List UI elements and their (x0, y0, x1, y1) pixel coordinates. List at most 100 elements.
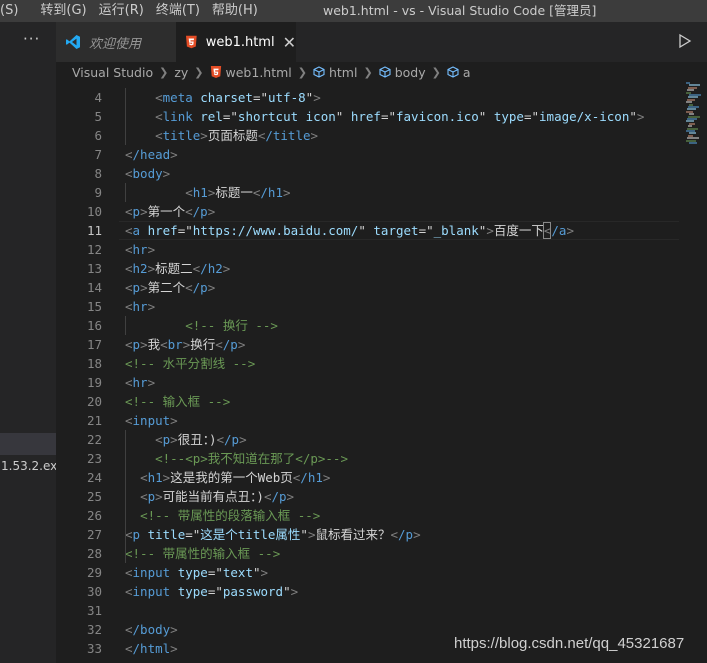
code-line[interactable]: <!-- 换行 --> (125, 316, 278, 335)
code-line[interactable]: <h1>这是我的第一个Web页</h1> (125, 468, 330, 487)
breadcrumb: Visual Studio ❯ zy ❯ web1.html ❯ html ❯ … (56, 62, 707, 82)
line-number: 24 (86, 470, 102, 485)
line-number: 32 (86, 622, 102, 637)
chevron-right-icon: ❯ (159, 65, 169, 79)
line-number: 16 (86, 318, 102, 333)
html5-icon (210, 66, 221, 78)
chevron-right-icon: ❯ (363, 65, 373, 79)
line-number: 13 (86, 261, 102, 276)
breadcrumb-item-zy[interactable]: zy (174, 65, 188, 80)
code-editor[interactable]: 4 5 6 7 8 9 10 11 12 13 14 15 16 17 18 19 20 21 22 23 24 25 26… (56, 82, 707, 663)
line-number: 20 (86, 394, 102, 409)
code-line[interactable]: <body> (125, 164, 170, 183)
code-line[interactable]: <link rel="shortcut icon" href="favicon.… (125, 107, 644, 126)
line-number: 4 (94, 90, 102, 105)
code-line[interactable]: <!-- 水平分割线 --> (125, 354, 255, 373)
tab-label: 欢迎使用 (89, 36, 142, 52)
breadcrumb-item-html[interactable]: html (329, 65, 357, 80)
code-line[interactable]: <meta charset="utf-8"> (125, 88, 321, 107)
code-area[interactable]: <meta charset="utf-8"> <link rel="shortc… (125, 82, 685, 663)
code-line[interactable]: </body> (125, 620, 178, 639)
code-line[interactable]: <p>第一个</p> (125, 202, 215, 221)
code-line[interactable]: <input type="password"> (125, 582, 298, 601)
line-number: 10 (86, 204, 102, 219)
code-line[interactable]: <!-- 带属性的段落输入框 --> (125, 506, 320, 525)
tab-label: web1.html (205, 34, 275, 50)
indent-guide (125, 183, 126, 202)
line-number: 11 (86, 223, 102, 238)
line-number-gutter: 4 5 6 7 8 9 10 11 12 13 14 15 16 17 18 19 20 21 22 23 24 25 26… (56, 82, 102, 663)
line-number: 7 (94, 147, 102, 162)
line-number: 18 (86, 356, 102, 371)
menu-item-terminal[interactable]: 终端(T) (150, 0, 206, 22)
chevron-right-icon: ❯ (431, 65, 441, 79)
code-line[interactable]: <!-- 输入框 --> (125, 392, 230, 411)
line-number: 26 (86, 508, 102, 523)
line-number: 21 (86, 413, 102, 428)
line-number: 30 (86, 584, 102, 599)
window-title: web1.html - vs - Visual Studio Code [管理员… (323, 3, 597, 18)
explorer-selected-row[interactable] (0, 433, 56, 455)
menu-item-selection[interactable]: (S) (0, 0, 24, 22)
code-line[interactable]: </html> (125, 639, 178, 658)
line-number: 15 (86, 299, 102, 314)
code-line[interactable]: <p>很丑：)</p> (125, 430, 247, 449)
tab-web1-html[interactable]: web1.html ✕ (176, 22, 296, 62)
line-number: 25 (86, 489, 102, 504)
code-line[interactable]: <h2>标题二</h2> (125, 259, 230, 278)
breadcrumb-item-folder[interactable]: Visual Studio (72, 65, 153, 80)
symbol-element-icon (379, 66, 391, 78)
explorer-sidebar: ··· 1.53.2.exe (0, 22, 64, 663)
breadcrumb-item-body[interactable]: body (395, 65, 426, 80)
tab-welcome[interactable]: 欢迎使用 (56, 22, 176, 62)
code-line[interactable]: <p title="这是个title属性">鼠标看过来？</p> (125, 525, 421, 544)
menu-item-help[interactable]: 帮助(H) (206, 0, 264, 22)
close-icon[interactable]: ✕ (283, 33, 296, 52)
code-line[interactable]: <!-- 带属性的输入框 --> (125, 544, 280, 563)
code-line[interactable]: <a href="https://www.baidu.com/" target=… (125, 221, 574, 240)
line-number: 27 (86, 527, 102, 542)
symbol-element-icon (447, 66, 459, 78)
indent-guide (125, 88, 126, 145)
chevron-right-icon: ❯ (194, 65, 204, 79)
line-number: 6 (94, 128, 102, 143)
chevron-right-icon: ❯ (297, 65, 307, 79)
tab-bar: 欢迎使用 web1.html ✕ (56, 22, 707, 62)
vscode-icon (66, 35, 80, 49)
line-number: 28 (86, 546, 102, 561)
code-line[interactable]: <p>我<br>换行</p> (125, 335, 245, 354)
line-number: 23 (86, 451, 102, 466)
code-line[interactable]: </head> (125, 145, 178, 164)
line-number: 9 (94, 185, 102, 200)
code-line[interactable]: <hr> (125, 373, 155, 392)
code-line[interactable]: <input type="text"> (125, 563, 268, 582)
code-line[interactable]: <!--<p>我不知道在那了</p>--> (125, 449, 348, 468)
line-number: 31 (86, 603, 102, 618)
indent-guide (125, 316, 126, 335)
line-number: 5 (94, 109, 102, 124)
code-line[interactable]: <hr> (125, 240, 155, 259)
code-line[interactable]: <input> (125, 411, 178, 430)
breadcrumb-item-a[interactable]: a (463, 65, 471, 80)
code-line[interactable]: <hr> (125, 297, 155, 316)
explorer-file-item[interactable]: 1.53.2.exe (1, 459, 64, 473)
code-line[interactable]: <title>页面标题</title> (125, 126, 318, 145)
line-number: 29 (86, 565, 102, 580)
watermark: https://blog.csdn.net/qq_45321687 (454, 635, 685, 652)
menu-bar: (S) 转到(G) 运行(R) 终端(T) 帮助(H) (0, 0, 264, 22)
breadcrumb-item-file[interactable]: web1.html (226, 65, 292, 80)
bracket-match-box (543, 222, 551, 239)
menu-item-goto[interactable]: 转到(G) (24, 0, 92, 22)
minimap-line (689, 142, 697, 144)
code-line[interactable]: <h1>标题一</h1> (125, 183, 290, 202)
more-actions-icon[interactable]: ··· (23, 30, 40, 48)
html5-icon (186, 35, 197, 49)
code-line[interactable]: <p>可能当前有点丑：)</p> (125, 487, 294, 506)
title-bar: (S) 转到(G) 运行(R) 终端(T) 帮助(H) web1.html - … (0, 0, 707, 22)
code-line[interactable]: <p>第二个</p> (125, 278, 215, 297)
run-icon[interactable] (677, 33, 693, 49)
minimap[interactable] (686, 82, 701, 162)
indent-guide (125, 430, 126, 563)
menu-item-run[interactable]: 运行(R) (93, 0, 150, 22)
line-number: 14 (86, 280, 102, 295)
